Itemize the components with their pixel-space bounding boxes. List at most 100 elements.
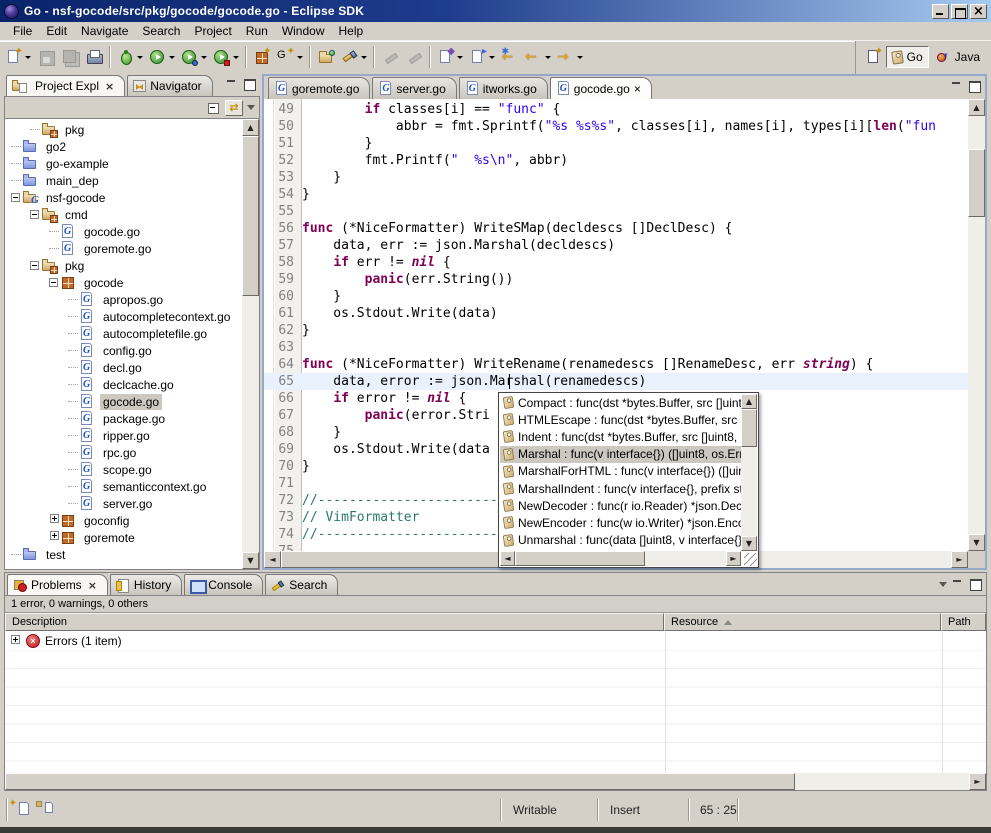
perspective-java-button[interactable]: Java <box>932 46 985 68</box>
tree-item-config-go[interactable]: config.go <box>5 342 242 359</box>
menu-edit[interactable]: Edit <box>39 22 74 40</box>
expand-icon[interactable] <box>50 514 59 523</box>
open-resource-button[interactable] <box>314 45 338 69</box>
tree-item-autocompletefile-go[interactable]: autocompletefile.go <box>5 325 242 342</box>
external-tools-button[interactable] <box>210 45 242 69</box>
dropdown-arrow-icon[interactable] <box>577 56 583 59</box>
editor-tab-itworks-go[interactable]: itworks.go <box>459 77 548 99</box>
tree-item-go-example[interactable]: go-example <box>5 155 242 172</box>
tree-item-main-dep[interactable]: main_dep <box>5 172 242 189</box>
code-line-65[interactable]: 65 data, error := json.Marshal(renamedes… <box>264 373 968 390</box>
completion-item-marshal[interactable]: Marshal : func(v interface{}) ([]uint8, … <box>500 446 741 463</box>
last-edit-location-button[interactable]: ◆ <box>434 45 466 69</box>
collapse-icon[interactable] <box>30 210 39 219</box>
dropdown-arrow-icon[interactable] <box>457 56 463 59</box>
tree-item-declcache-go[interactable]: declcache.go <box>5 376 242 393</box>
maximize-editor-icon[interactable] <box>968 80 982 92</box>
editor-tab-server-go[interactable]: server.go <box>372 77 456 99</box>
tree-item-apropos-go[interactable]: apropos.go <box>5 291 242 308</box>
column-header-path[interactable]: Path <box>941 613 986 631</box>
popup-vscrollbar[interactable]: ▲ ▼ <box>741 394 757 551</box>
scroll-right-icon[interactable]: ► <box>969 773 986 790</box>
new-wizard-button[interactable]: ✦ <box>2 45 34 69</box>
go-to-annotation-button[interactable]: ▸ <box>466 45 498 69</box>
close-icon[interactable]: × <box>88 580 97 591</box>
scroll-left-icon[interactable]: ◄ <box>500 551 515 566</box>
scroll-up-icon[interactable]: ▲ <box>968 99 985 116</box>
resize-grip[interactable] <box>744 553 757 566</box>
column-header-resource[interactable]: Resource <box>664 613 941 631</box>
completion-item-compact[interactable]: Compact : func(dst *bytes.Buffer, src []… <box>500 394 741 411</box>
menu-search[interactable]: Search <box>135 22 187 40</box>
view-menu-icon[interactable] <box>939 582 947 587</box>
tree-item-cmd[interactable]: cmd <box>5 206 242 223</box>
back-history-button[interactable]: ←✱ <box>498 45 522 69</box>
menu-run[interactable]: Run <box>239 22 275 40</box>
close-icon[interactable] <box>970 4 987 19</box>
editor-tab-gocode-go[interactable]: gocode.go× <box>550 77 652 99</box>
go-application-button[interactable]: G✦ <box>274 45 306 69</box>
code-line-49[interactable]: 49 if classes[i] == "func" { <box>264 101 968 118</box>
problems-row-errors-1-item[interactable]: Errors (1 item) <box>5 632 986 650</box>
code-line-57[interactable]: 57 data, err := json.Marshal(decldescs) <box>264 237 968 254</box>
editor-tab-goremote-go[interactable]: goremote.go <box>268 77 370 99</box>
tree-item-server-go[interactable]: server.go <box>5 495 242 512</box>
link-with-editor-icon[interactable]: ⇄ <box>225 100 243 116</box>
scroll-down-icon[interactable]: ▼ <box>242 552 259 569</box>
scroll-up-icon[interactable]: ▲ <box>242 119 259 136</box>
dropdown-arrow-icon[interactable] <box>489 56 495 59</box>
dropdown-arrow-icon[interactable] <box>25 56 31 59</box>
collapse-icon[interactable] <box>49 278 58 287</box>
back-button[interactable]: ← <box>522 45 554 69</box>
dropdown-arrow-icon[interactable] <box>361 56 367 59</box>
tree-item-pkg[interactable]: pkg <box>5 121 242 138</box>
code-line-54[interactable]: 54} <box>264 186 968 203</box>
scroll-right-icon[interactable]: ► <box>951 551 968 568</box>
tab-history[interactable]: History <box>110 574 182 595</box>
view-menu-icon[interactable] <box>247 105 255 110</box>
column-header-description[interactable]: Description <box>5 613 664 631</box>
completion-item-newdecoder[interactable]: NewDecoder : func(r io.Reader) *json.Dec… <box>500 497 741 514</box>
collapse-icon[interactable] <box>11 193 20 202</box>
code-line-55[interactable]: 55 <box>264 203 968 220</box>
tree-item-scope-go[interactable]: scope.go <box>5 461 242 478</box>
dropdown-arrow-icon[interactable] <box>233 56 239 59</box>
minimize-view-icon[interactable] <box>951 578 965 590</box>
code-line-61[interactable]: 61 os.Stdout.Write(data) <box>264 305 968 322</box>
tree-item-goremote-go[interactable]: goremote.go <box>5 240 242 257</box>
code-line-50[interactable]: 50 abbr = fmt.Sprintf("%s %s%s", classes… <box>264 118 968 135</box>
popup-hscrollbar[interactable]: ◄ ► <box>500 551 741 566</box>
code-line-51[interactable]: 51 } <box>264 135 968 152</box>
run-button[interactable] <box>146 45 178 69</box>
tab-project-expl[interactable]: Project Expl× <box>6 75 125 96</box>
search-button[interactable] <box>338 45 370 69</box>
forward-button[interactable]: → <box>554 45 586 69</box>
menu-help[interactable]: Help <box>332 22 371 40</box>
scroll-up-icon[interactable]: ▲ <box>741 394 757 409</box>
tab-console[interactable]: Console <box>184 574 263 595</box>
completion-item-newencoder[interactable]: NewEncoder : func(w io.Writer) *json.Enc… <box>500 514 741 531</box>
dropdown-arrow-icon[interactable] <box>137 56 143 59</box>
tree-item-pkg[interactable]: pkg <box>5 257 242 274</box>
perspective-go-button[interactable]: Go <box>886 46 929 68</box>
scroll-down-icon[interactable]: ▼ <box>741 536 757 551</box>
code-line-64[interactable]: 64func (*NiceFormatter) WriteRename(rena… <box>264 356 968 373</box>
code-line-56[interactable]: 56func (*NiceFormatter) WriteSMap(declde… <box>264 220 968 237</box>
tree-item-autocompletecontext-go[interactable]: autocompletecontext.go <box>5 308 242 325</box>
completion-item-indent[interactable]: Indent : func(dst *bytes.Buffer, src []u… <box>500 428 741 445</box>
scroll-right-icon[interactable]: ► <box>726 551 741 566</box>
debug-button[interactable] <box>114 45 146 69</box>
tree-item-test[interactable]: test <box>5 546 242 563</box>
open-perspective-button[interactable]: ✦ <box>862 45 886 69</box>
tree-item-ripper-go[interactable]: ripper.go <box>5 427 242 444</box>
dropdown-arrow-icon[interactable] <box>545 56 551 59</box>
tree-item-go2[interactable]: go2 <box>5 138 242 155</box>
maximize-view-icon[interactable] <box>243 78 257 90</box>
menu-navigate[interactable]: Navigate <box>74 22 135 40</box>
completion-item-unmarshal[interactable]: Unmarshal : func(data []uint8, v interfa… <box>500 532 741 549</box>
completion-item-marshalindent[interactable]: MarshalIndent : func(v interface{}, pref… <box>500 480 741 497</box>
collapse-all-icon[interactable] <box>207 102 221 114</box>
tree-scrollbar[interactable]: ▲ ▼ <box>242 119 259 569</box>
code-line-59[interactable]: 59 panic(err.String()) <box>264 271 968 288</box>
scrollbar-thumb[interactable] <box>242 136 259 296</box>
